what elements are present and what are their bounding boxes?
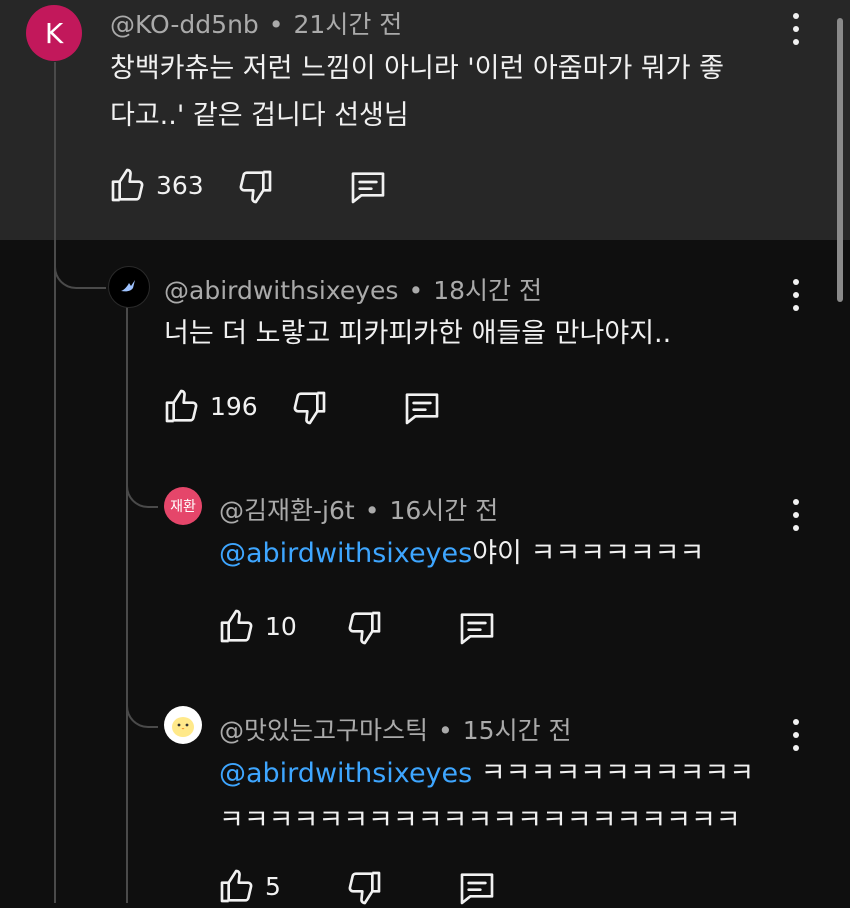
author-name[interactable]: @KO-dd5nb: [110, 10, 259, 39]
more-vertical-icon[interactable]: [784, 9, 808, 49]
comment-text: @abirdwithsixeyes ㅋㅋㅋㅋㅋㅋㅋㅋㅋㅋㅋ ㅋㅋㅋㅋㅋㅋㅋㅋㅋㅋ…: [219, 750, 754, 844]
comment-meta: @KO-dd5nb • 21시간 전: [110, 10, 403, 39]
comment-text: 창백카츄는 저런 느낌이 아니라 '이런 아줌마가 뭐가 좋 다고..' 같은 …: [110, 45, 724, 139]
comment-meta: @맛있는고구마스틱 • 15시간 전: [219, 716, 572, 745]
reply-button[interactable]: [402, 388, 442, 428]
chick-avatar-icon: [172, 717, 194, 737]
dislike-button[interactable]: [344, 608, 384, 648]
avatar[interactable]: K: [26, 5, 82, 61]
thread-line-main: [54, 62, 56, 903]
mention-link[interactable]: @abirdwithsixeyes: [219, 538, 472, 569]
dislike-button[interactable]: [235, 167, 275, 207]
thumbs-up-icon: [220, 869, 253, 903]
thread-curve-reply-2: [126, 440, 158, 508]
timestamp[interactable]: 18시간 전: [433, 276, 542, 305]
comment-body: ㅋㅋㅋㅋㅋㅋㅋㅋㅋㅋㅋ: [472, 758, 755, 789]
avatar-text: 재환: [170, 499, 196, 515]
like-count: 5: [265, 871, 281, 901]
like-count: 196: [210, 391, 258, 421]
comment-meta: @김재환-j6t • 16시간 전: [219, 496, 499, 525]
more-vertical-icon[interactable]: [784, 275, 808, 315]
reply-comment-icon: [351, 172, 385, 204]
comment-text: @abirdwithsixeyes야이 ㅋㅋㅋㅋㅋㅋㅋ: [219, 530, 704, 577]
bird-avatar-icon: [121, 280, 135, 292]
more-vertical-icon[interactable]: [784, 715, 808, 755]
reply-comment-icon: [460, 873, 494, 905]
comment-body: 야이 ㅋㅋㅋㅋㅋㅋㅋ: [472, 538, 705, 569]
thumbs-up-icon: [165, 389, 198, 423]
reply-button[interactable]: [348, 167, 388, 207]
reply-button[interactable]: [457, 608, 497, 648]
like-button[interactable]: 10: [217, 606, 297, 646]
more-vertical-icon[interactable]: [784, 495, 808, 535]
thumbs-down-icon: [348, 871, 381, 905]
like-count: 10: [265, 611, 297, 641]
thumbs-up-icon: [111, 168, 144, 202]
thumbs-down-icon: [293, 391, 326, 425]
comment-meta: @abirdwithsixeyes • 18시간 전: [164, 276, 542, 305]
reply-comment-icon: [460, 613, 494, 645]
comment-text-line: ㅋㅋㅋㅋㅋㅋㅋㅋㅋㅋㅋㅋㅋㅋㅋㅋㅋㅋㅋㅋㅋ: [219, 805, 741, 836]
thread-line-nested: [126, 306, 128, 903]
reply-comment-icon: [405, 393, 439, 425]
avatar[interactable]: [164, 706, 202, 744]
like-button[interactable]: 196: [162, 386, 258, 426]
comment-text-line: 창백카츄는 저런 느낌이 아니라 '이런 아줌마가 뭐가 좋: [110, 53, 724, 84]
like-button[interactable]: 5: [217, 866, 281, 906]
avatar[interactable]: 재환: [164, 487, 202, 525]
dislike-button[interactable]: [344, 868, 384, 908]
thread-curve-reply-3: [126, 660, 158, 728]
author-name[interactable]: @김재환-j6t: [219, 496, 355, 525]
scrollbar[interactable]: [837, 18, 843, 302]
like-button[interactable]: 363: [108, 165, 204, 205]
timestamp[interactable]: 15시간 전: [463, 716, 572, 745]
author-name[interactable]: @abirdwithsixeyes: [164, 276, 398, 305]
thumbs-down-icon: [348, 611, 381, 645]
timestamp[interactable]: 16시간 전: [389, 496, 498, 525]
comment-text-line: 다고..' 같은 겁니다 선생님: [110, 100, 409, 131]
comment-text: 너는 더 노랗고 피카피카한 애들을 만나야지..: [164, 318, 672, 349]
dislike-button[interactable]: [289, 388, 329, 428]
thumbs-down-icon: [239, 170, 272, 204]
timestamp[interactable]: 21시간 전: [294, 10, 403, 39]
avatar[interactable]: [108, 266, 150, 308]
mention-link[interactable]: @abirdwithsixeyes: [219, 758, 472, 789]
author-name[interactable]: @맛있는고구마스틱: [219, 716, 428, 745]
reply-button[interactable]: [457, 868, 497, 908]
thumbs-up-icon: [220, 609, 253, 643]
avatar-letter: K: [44, 16, 64, 50]
like-count: 363: [156, 170, 204, 200]
thread-curve-reply-1: [54, 240, 106, 289]
